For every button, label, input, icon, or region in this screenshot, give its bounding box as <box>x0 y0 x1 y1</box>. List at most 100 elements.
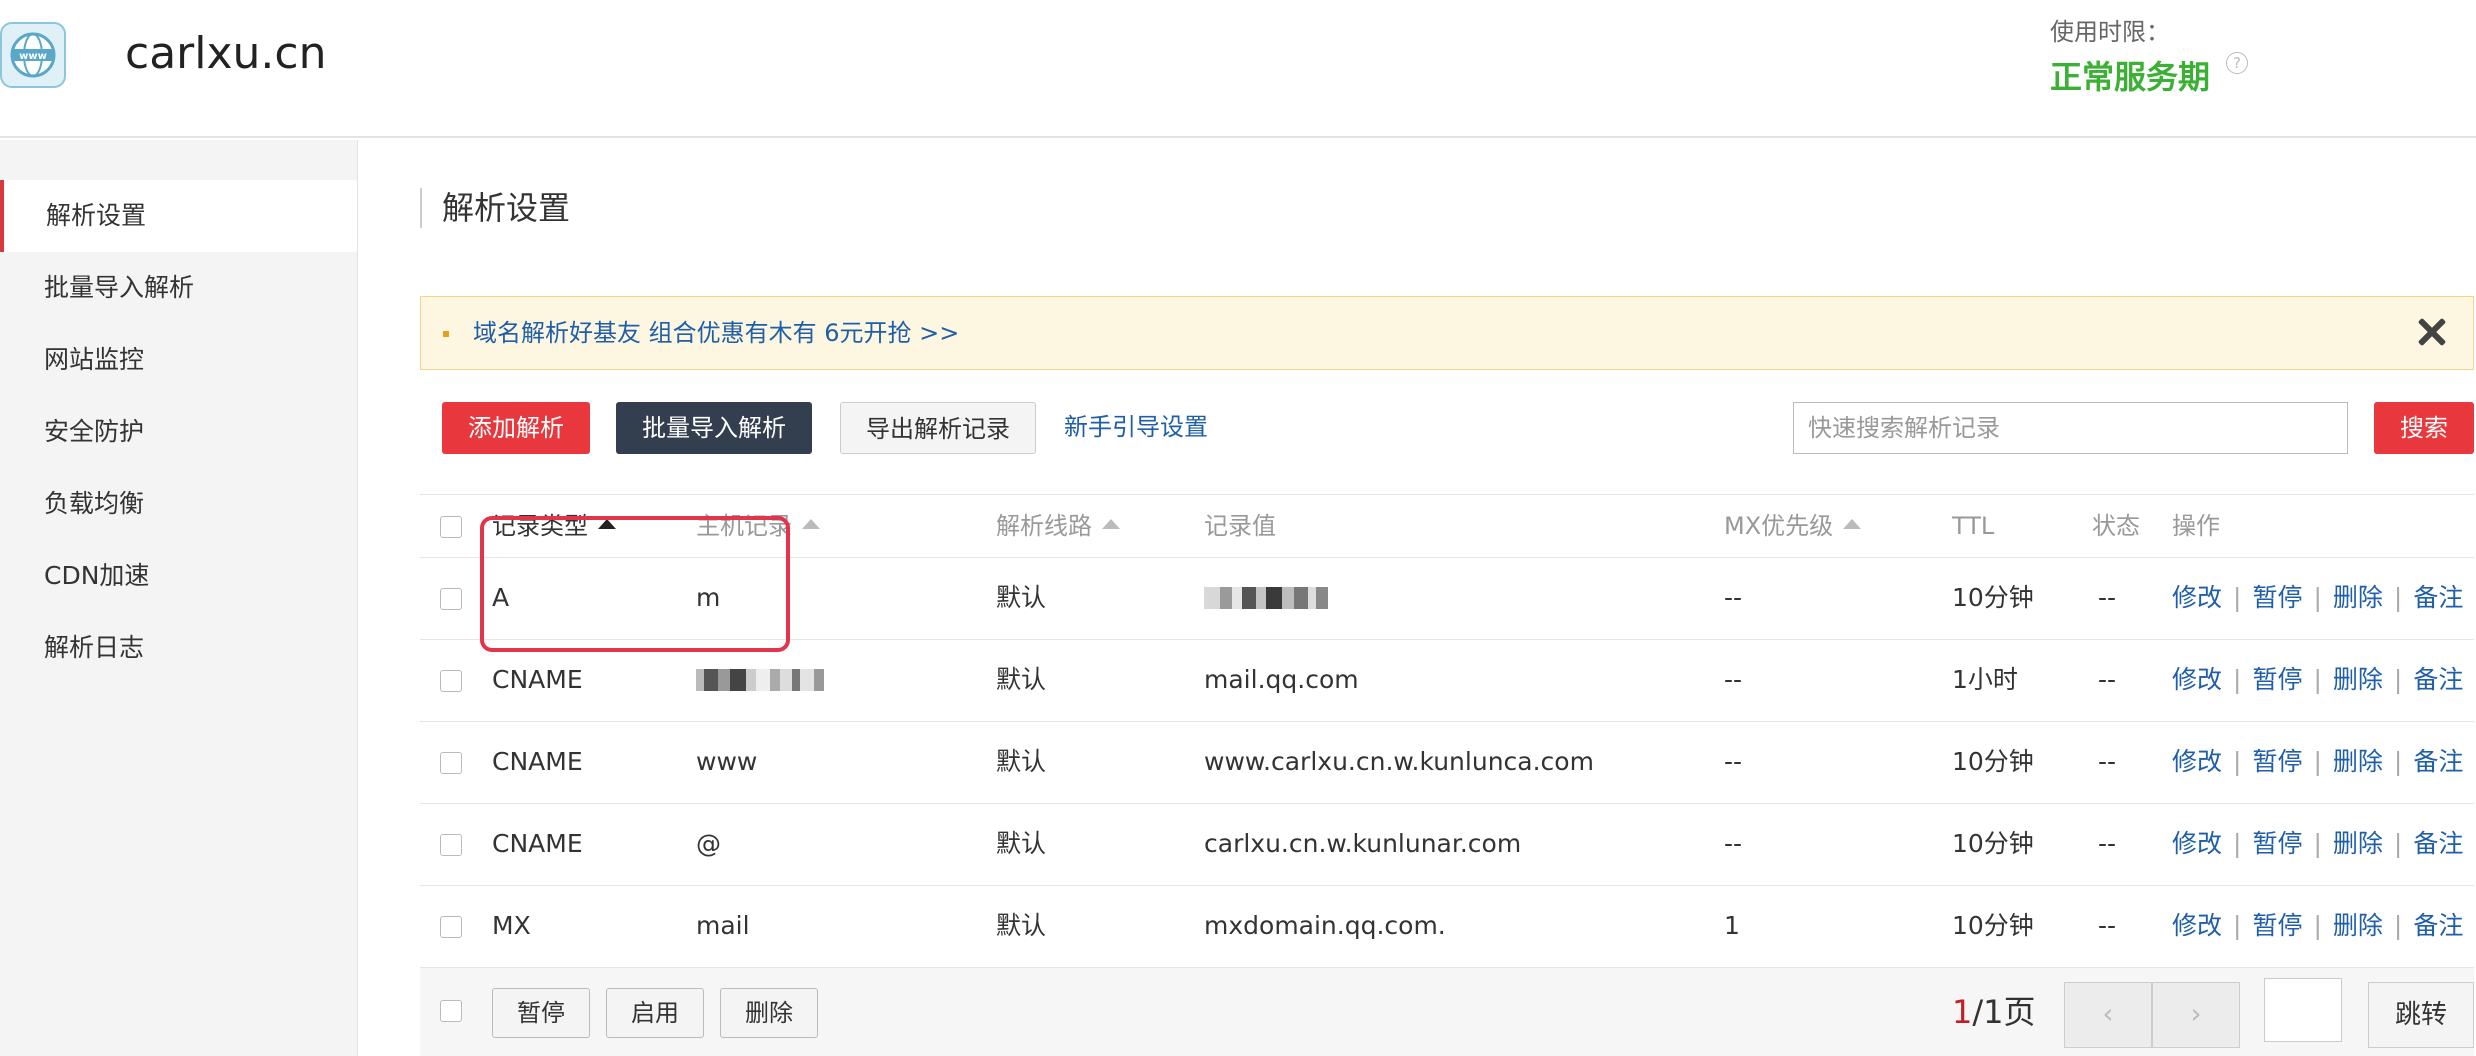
mx-priority: -- <box>1724 829 1743 858</box>
edit-link[interactable]: 修改 <box>2172 583 2222 612</box>
header-record-type[interactable]: 记录类型 <box>492 495 616 557</box>
edit-link[interactable]: 修改 <box>2172 665 2222 694</box>
select-all-bottom-checkbox[interactable] <box>440 1000 462 1022</box>
search-input[interactable] <box>1793 402 2348 454</box>
current-page: 1 <box>1952 993 1973 1031</box>
delete-link[interactable]: 删除 <box>2333 665 2383 694</box>
table-header: 记录类型 主机记录 解析线路 记录值 MX优先级 TTL 状态 操作 <box>420 494 2474 558</box>
header-value: 记录值 <box>1204 512 1276 540</box>
pause-link[interactable]: 暂停 <box>2252 829 2302 858</box>
toolbar: 添加解析 批量导入解析 导出解析记录 新手引导设置 搜索 <box>420 402 2476 456</box>
bulk-delete-button[interactable]: 删除 <box>720 988 818 1038</box>
pause-link[interactable]: 暂停 <box>2252 583 2302 612</box>
row-operations: 修改 | 暂停 | 删除 | 备注 <box>2172 583 2464 612</box>
record-value: www.carlxu.cn.w.kunlunca.com <box>1204 747 1594 776</box>
line: 默认 <box>996 583 1047 612</box>
ttl: 10分钟 <box>1952 829 2034 858</box>
bullet-icon <box>443 331 449 337</box>
line: 默认 <box>996 747 1047 776</box>
delete-link[interactable]: 删除 <box>2333 911 2383 940</box>
dns-app: www carlxu.cn 使用时限： 正常服务期 ? 解析设置 批量导入解析 … <box>0 0 2476 1056</box>
row-operations: 修改 | 暂停 | 删除 | 备注 <box>2172 829 2464 858</box>
close-icon[interactable] <box>2413 313 2451 351</box>
table-row: MX mail 默认 mxdomain.qq.com. 1 10分钟 -- 修改… <box>420 886 2474 968</box>
status: -- <box>2098 665 2117 694</box>
sidebar-item-site-monitor[interactable]: 网站监控 <box>0 324 357 396</box>
sidebar-item-dns-settings[interactable]: 解析设置 <box>0 180 357 252</box>
delete-link[interactable]: 删除 <box>2333 747 2383 776</box>
dns-records-table: 记录类型 主机记录 解析线路 记录值 MX优先级 TTL 状态 操作 A m 默… <box>420 494 2474 968</box>
page-number-input[interactable] <box>2264 978 2342 1042</box>
row-operations: 修改 | 暂停 | 删除 | 备注 <box>2172 747 2464 776</box>
pause-link[interactable]: 暂停 <box>2252 911 2302 940</box>
host-record: m <box>696 583 721 612</box>
record-type: CNAME <box>492 747 583 776</box>
row-operations: 修改 | 暂停 | 删除 | 备注 <box>2172 665 2464 694</box>
help-icon[interactable]: ? <box>2226 52 2248 74</box>
pause-link[interactable]: 暂停 <box>2252 665 2302 694</box>
sort-icon <box>1102 519 1120 529</box>
row-checkbox[interactable] <box>440 916 462 938</box>
sidebar-item-batch-import[interactable]: 批量导入解析 <box>0 252 357 324</box>
row-checkbox[interactable] <box>440 834 462 856</box>
record-type: CNAME <box>492 665 583 694</box>
sidebar-item-security[interactable]: 安全防护 <box>0 396 357 468</box>
header-status: 状态 <box>2092 512 2140 540</box>
delete-link[interactable]: 删除 <box>2333 829 2383 858</box>
service-period-label: 使用时限： <box>2050 18 2170 46</box>
bulk-enable-button[interactable]: 启用 <box>606 988 704 1038</box>
host-record-redacted <box>696 640 824 721</box>
edit-link[interactable]: 修改 <box>2172 829 2222 858</box>
line: 默认 <box>996 665 1047 694</box>
sidebar-item-load-balance[interactable]: 负载均衡 <box>0 468 357 540</box>
promo-link[interactable]: 域名解析好基友 组合优惠有木有 6元开抢 >> <box>473 297 959 369</box>
jump-button[interactable]: 跳转 <box>2368 982 2474 1048</box>
record-type: A <box>492 583 510 612</box>
table-row: CNAME www 默认 www.carlxu.cn.w.kunlunca.co… <box>420 722 2474 804</box>
note-link[interactable]: 备注 <box>2413 665 2463 694</box>
note-link[interactable]: 备注 <box>2413 829 2463 858</box>
record-value-redacted <box>1204 558 1328 639</box>
row-checkbox[interactable] <box>440 670 462 692</box>
note-link[interactable]: 备注 <box>2413 583 2463 612</box>
ttl: 1小时 <box>1952 665 2018 694</box>
batch-import-button[interactable]: 批量导入解析 <box>616 402 812 454</box>
row-checkbox[interactable] <box>440 752 462 774</box>
header-host[interactable]: 主机记录 <box>696 495 820 557</box>
page-indicator: 1/1页 <box>1952 968 2036 1056</box>
bulk-pause-button[interactable]: 暂停 <box>492 988 590 1038</box>
row-operations: 修改 | 暂停 | 删除 | 备注 <box>2172 911 2464 940</box>
status: -- <box>2098 911 2117 940</box>
edit-link[interactable]: 修改 <box>2172 747 2222 776</box>
header-mx[interactable]: MX优先级 <box>1724 495 1862 557</box>
select-all-checkbox[interactable] <box>440 516 462 538</box>
table-row: CNAME @ 默认 carlxu.cn.w.kunlunar.com -- 1… <box>420 804 2474 886</box>
header-line[interactable]: 解析线路 <box>996 495 1120 557</box>
bulk-actions-bar: 暂停 启用 删除 1/1页 ‹ › 跳转 <box>420 968 2474 1056</box>
sort-icon <box>1843 519 1862 529</box>
next-page-icon[interactable]: › <box>2152 982 2240 1048</box>
domain-name: carlxu.cn <box>125 28 327 79</box>
pause-link[interactable]: 暂停 <box>2252 747 2302 776</box>
search-button[interactable]: 搜索 <box>2374 402 2474 454</box>
record-type: MX <box>492 911 531 940</box>
line: 默认 <box>996 829 1047 858</box>
add-record-button[interactable]: 添加解析 <box>442 402 590 454</box>
note-link[interactable]: 备注 <box>2413 911 2463 940</box>
sidebar-item-cdn[interactable]: CDN加速 <box>0 540 357 612</box>
sort-asc-icon <box>598 519 616 529</box>
page-title: 解析设置 <box>420 188 570 228</box>
note-link[interactable]: 备注 <box>2413 747 2463 776</box>
delete-link[interactable]: 删除 <box>2333 583 2383 612</box>
prev-page-icon[interactable]: ‹ <box>2064 982 2152 1048</box>
ttl: 10分钟 <box>1952 747 2034 776</box>
edit-link[interactable]: 修改 <box>2172 911 2222 940</box>
sidebar-item-dns-log[interactable]: 解析日志 <box>0 612 357 684</box>
record-value: mail.qq.com <box>1204 665 1359 694</box>
row-checkbox[interactable] <box>440 588 462 610</box>
svg-text:www: www <box>19 51 47 62</box>
export-records-button[interactable]: 导出解析记录 <box>840 402 1036 454</box>
header-ttl: TTL <box>1952 512 1995 540</box>
redacted-value-icon <box>696 639 824 719</box>
guide-settings-link[interactable]: 新手引导设置 <box>1064 402 1208 452</box>
